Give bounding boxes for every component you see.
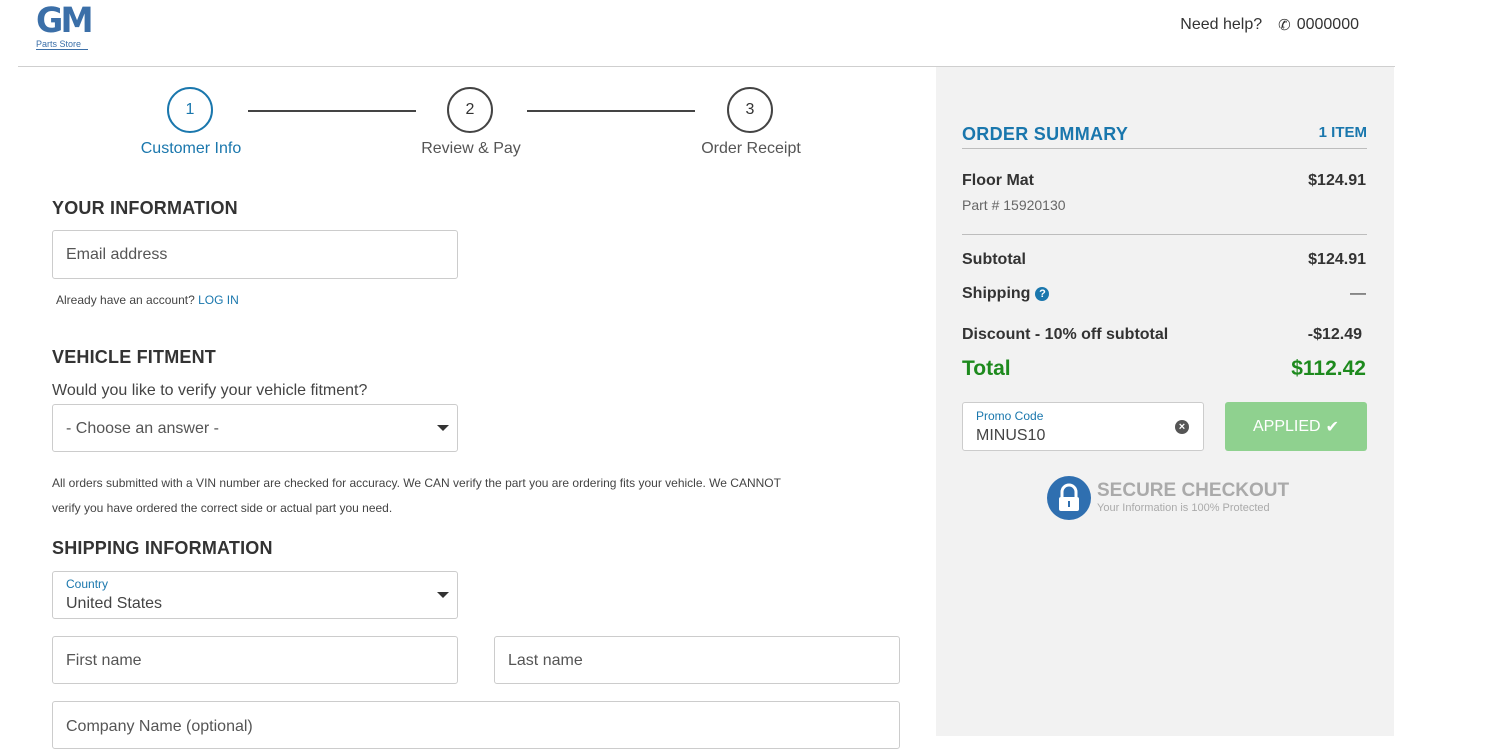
help-contact: Need help? ✆ 0000000 — [1180, 15, 1359, 35]
part-number: Part # 15920130 — [962, 197, 1066, 213]
shipping-information-title: SHIPPING INFORMATION — [52, 538, 273, 558]
vin-disclaimer-line2: verify you have ordered the correct side… — [52, 501, 393, 515]
logo-gm-text: GM — [36, 1, 94, 41]
phone-icon: ✆ — [1278, 17, 1291, 34]
clear-icon[interactable]: × — [1175, 420, 1189, 434]
total-label: Total — [962, 357, 1011, 380]
promo-code-label: Promo Code — [976, 409, 1044, 423]
logo[interactable]: GM Parts Store — [36, 1, 94, 57]
chevron-down-icon — [437, 592, 449, 598]
secure-checkout-title: SECURE CHECKOUT — [1097, 480, 1290, 501]
summary-divider — [962, 234, 1367, 235]
fitment-select[interactable]: - Choose an answer - — [52, 404, 458, 452]
promo-code-field[interactable]: Promo Code MINUS10 × — [962, 402, 1204, 451]
step-1-circle: 1 — [167, 87, 213, 133]
step-1-label: Customer Info — [140, 140, 242, 157]
first-name-placeholder: First name — [66, 652, 142, 669]
vehicle-fitment-title: VEHICLE FITMENT — [52, 347, 216, 367]
phone-number[interactable]: 0000000 — [1297, 16, 1359, 34]
order-summary-title: ORDER SUMMARY — [962, 124, 1129, 144]
fitment-select-value: - Choose an answer - — [66, 420, 219, 437]
lock-icon — [1047, 476, 1091, 520]
login-link[interactable]: LOG IN — [198, 293, 239, 307]
country-select[interactable]: Country United States — [52, 571, 458, 619]
secure-checkout-badge: SECURE CHECKOUT Your Information is 100%… — [1047, 476, 1289, 520]
fitment-question: Would you like to verify your vehicle fi… — [52, 382, 368, 399]
last-name-field[interactable]: Last name — [494, 636, 900, 684]
vin-disclaimer-line1: All orders submitted with a VIN number a… — [52, 476, 781, 490]
help-icon[interactable]: ? — [1035, 287, 1050, 301]
secure-checkout-subtitle: Your Information is 100% Protected — [1097, 502, 1270, 514]
applied-button[interactable]: APPLIED ✔ — [1225, 402, 1367, 451]
promo-code-value: MINUS10 — [976, 427, 1046, 444]
step-2-circle: 2 — [447, 87, 493, 133]
step-2-label: Review & Pay — [421, 140, 521, 157]
item-name: Floor Mat — [962, 172, 1034, 189]
step-connector — [248, 110, 416, 112]
email-placeholder: Email address — [66, 246, 168, 263]
company-name-placeholder: Company Name (optional) — [66, 718, 253, 735]
company-name-field[interactable]: Company Name (optional) — [52, 701, 900, 749]
chevron-down-icon — [437, 425, 449, 431]
last-name-placeholder: Last name — [508, 652, 583, 669]
discount-value: -$12.49 — [1307, 326, 1362, 343]
step-connector — [527, 110, 695, 112]
help-text: Need help? — [1180, 16, 1263, 33]
subtotal-value: $124.91 — [1308, 251, 1366, 268]
step-3-label: Order Receipt — [701, 140, 801, 157]
shipping-label-row: Shipping? — [962, 285, 1050, 303]
account-prompt-text: Already have an account? — [56, 293, 195, 307]
country-value: United States — [66, 595, 163, 612]
account-prompt: Already have an account? LOG IN — [56, 293, 239, 307]
applied-label: APPLIED — [1253, 417, 1321, 435]
checkmark-icon: ✔ — [1325, 418, 1339, 436]
item-price: $124.91 — [1308, 172, 1366, 189]
shipping-label: Shipping — [962, 285, 1031, 302]
summary-divider — [962, 148, 1367, 149]
your-information-title: YOUR INFORMATION — [52, 198, 238, 218]
first-name-field[interactable]: First name — [52, 636, 458, 684]
discount-label: Discount - 10% off subtotal — [962, 326, 1169, 343]
step-3-circle: 3 — [727, 87, 773, 133]
email-field[interactable]: Email address — [52, 230, 458, 279]
item-count: 1 ITEM — [1318, 124, 1367, 141]
shipping-value: — — [1350, 285, 1366, 302]
total-value: $112.42 — [1291, 357, 1366, 380]
subtotal-label: Subtotal — [962, 251, 1026, 268]
country-label: Country — [66, 577, 109, 591]
